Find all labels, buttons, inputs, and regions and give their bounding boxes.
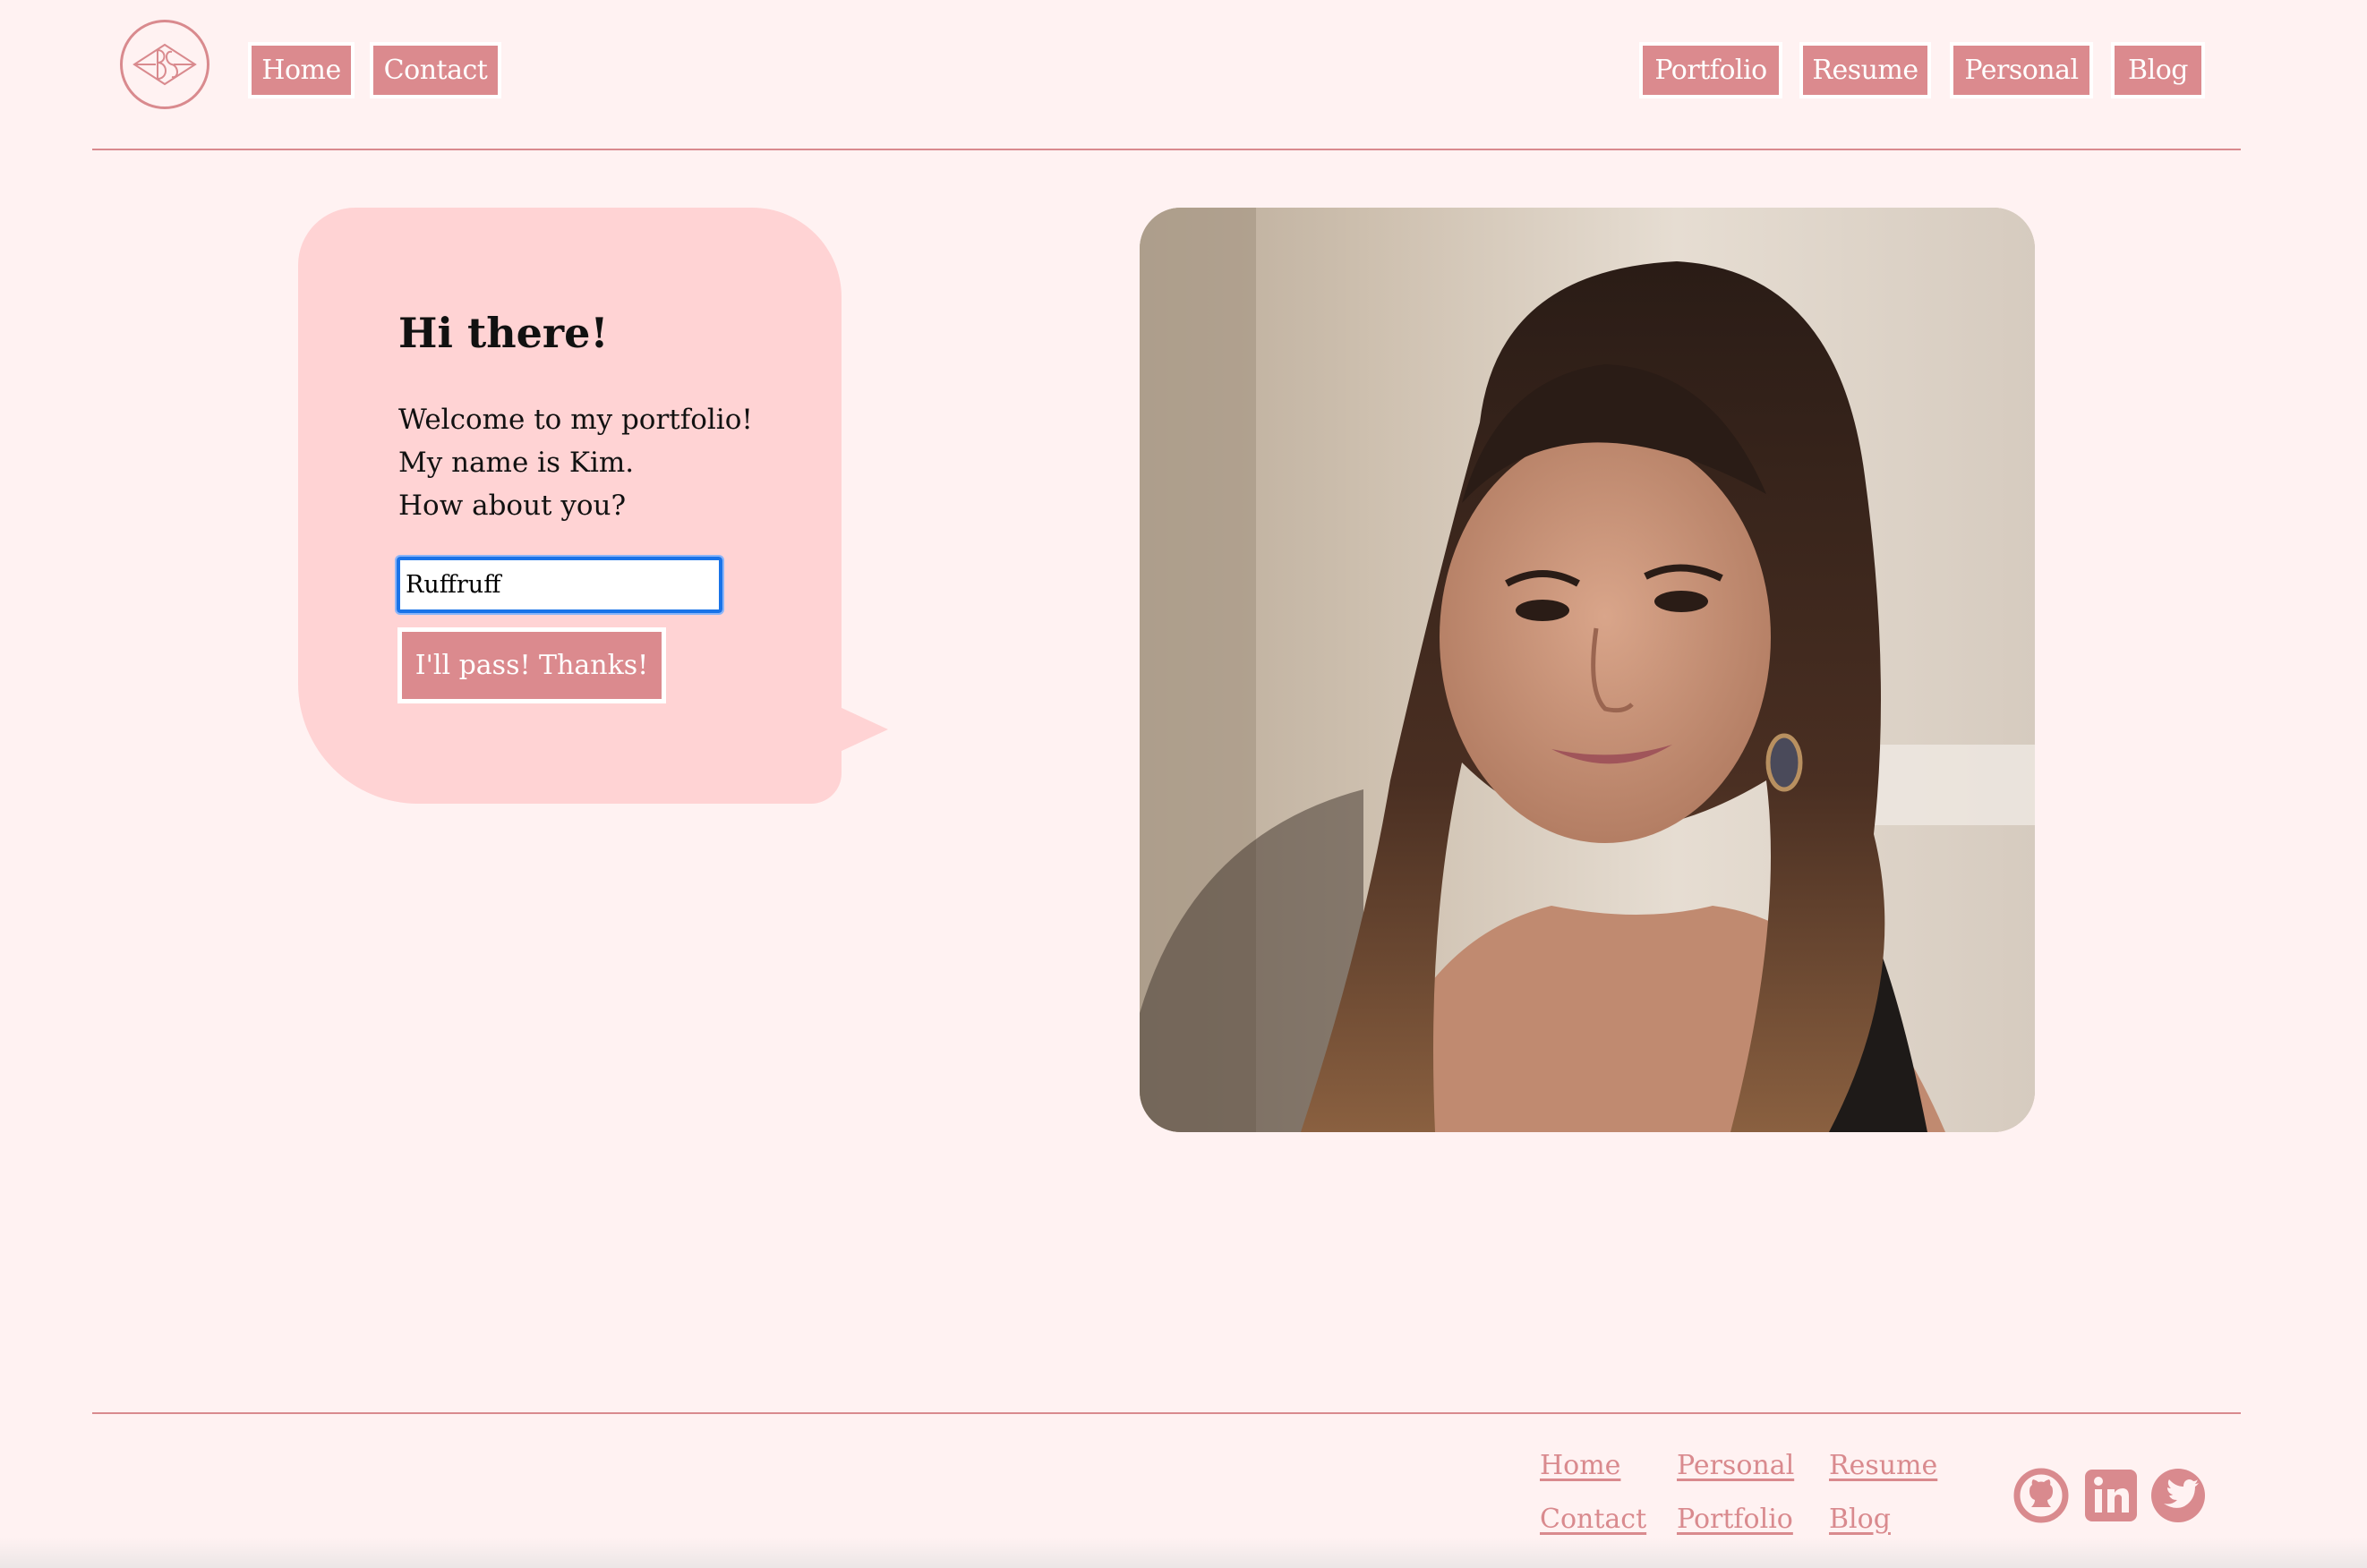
nav-portfolio-button[interactable]: Portfolio — [1639, 42, 1782, 98]
greeting-title: Hi there! — [398, 309, 609, 357]
linkedin-icon[interactable] — [2083, 1468, 2139, 1523]
logo-monogram-icon — [132, 43, 197, 86]
window-bottom-edge — [0, 1538, 2367, 1568]
header-divider — [92, 149, 2241, 150]
nav-blog-button[interactable]: Blog — [2111, 42, 2205, 98]
footer-link-contact[interactable]: Contact — [1540, 1504, 1646, 1535]
nav-contact-button[interactable]: Contact — [370, 42, 501, 98]
footer-link-portfolio[interactable]: Portfolio — [1677, 1504, 1793, 1535]
speech-bubble-tail — [840, 707, 888, 752]
nav-personal-button[interactable]: Personal — [1950, 42, 2093, 98]
nav-resume-button[interactable]: Resume — [1799, 42, 1931, 98]
visitor-name-input[interactable] — [395, 555, 724, 615]
footer-link-blog[interactable]: Blog — [1829, 1504, 1891, 1535]
nav-home-button[interactable]: Home — [248, 42, 355, 98]
github-icon[interactable] — [2013, 1468, 2069, 1523]
twitter-icon[interactable] — [2150, 1468, 2206, 1523]
footer-link-resume[interactable]: Resume — [1829, 1450, 1937, 1481]
footer-divider — [92, 1412, 2241, 1414]
intro-line-welcome: Welcome to my portfolio! — [398, 404, 753, 436]
intro-line-name: My name is Kim. — [398, 447, 635, 479]
footer-link-personal[interactable]: Personal — [1677, 1450, 1794, 1481]
intro-line-question: How about you? — [398, 490, 627, 522]
pass-button[interactable]: I'll pass! Thanks! — [397, 627, 666, 703]
portrait-photo — [1140, 208, 2035, 1132]
logo[interactable] — [120, 20, 209, 109]
footer-link-home[interactable]: Home — [1540, 1450, 1620, 1481]
